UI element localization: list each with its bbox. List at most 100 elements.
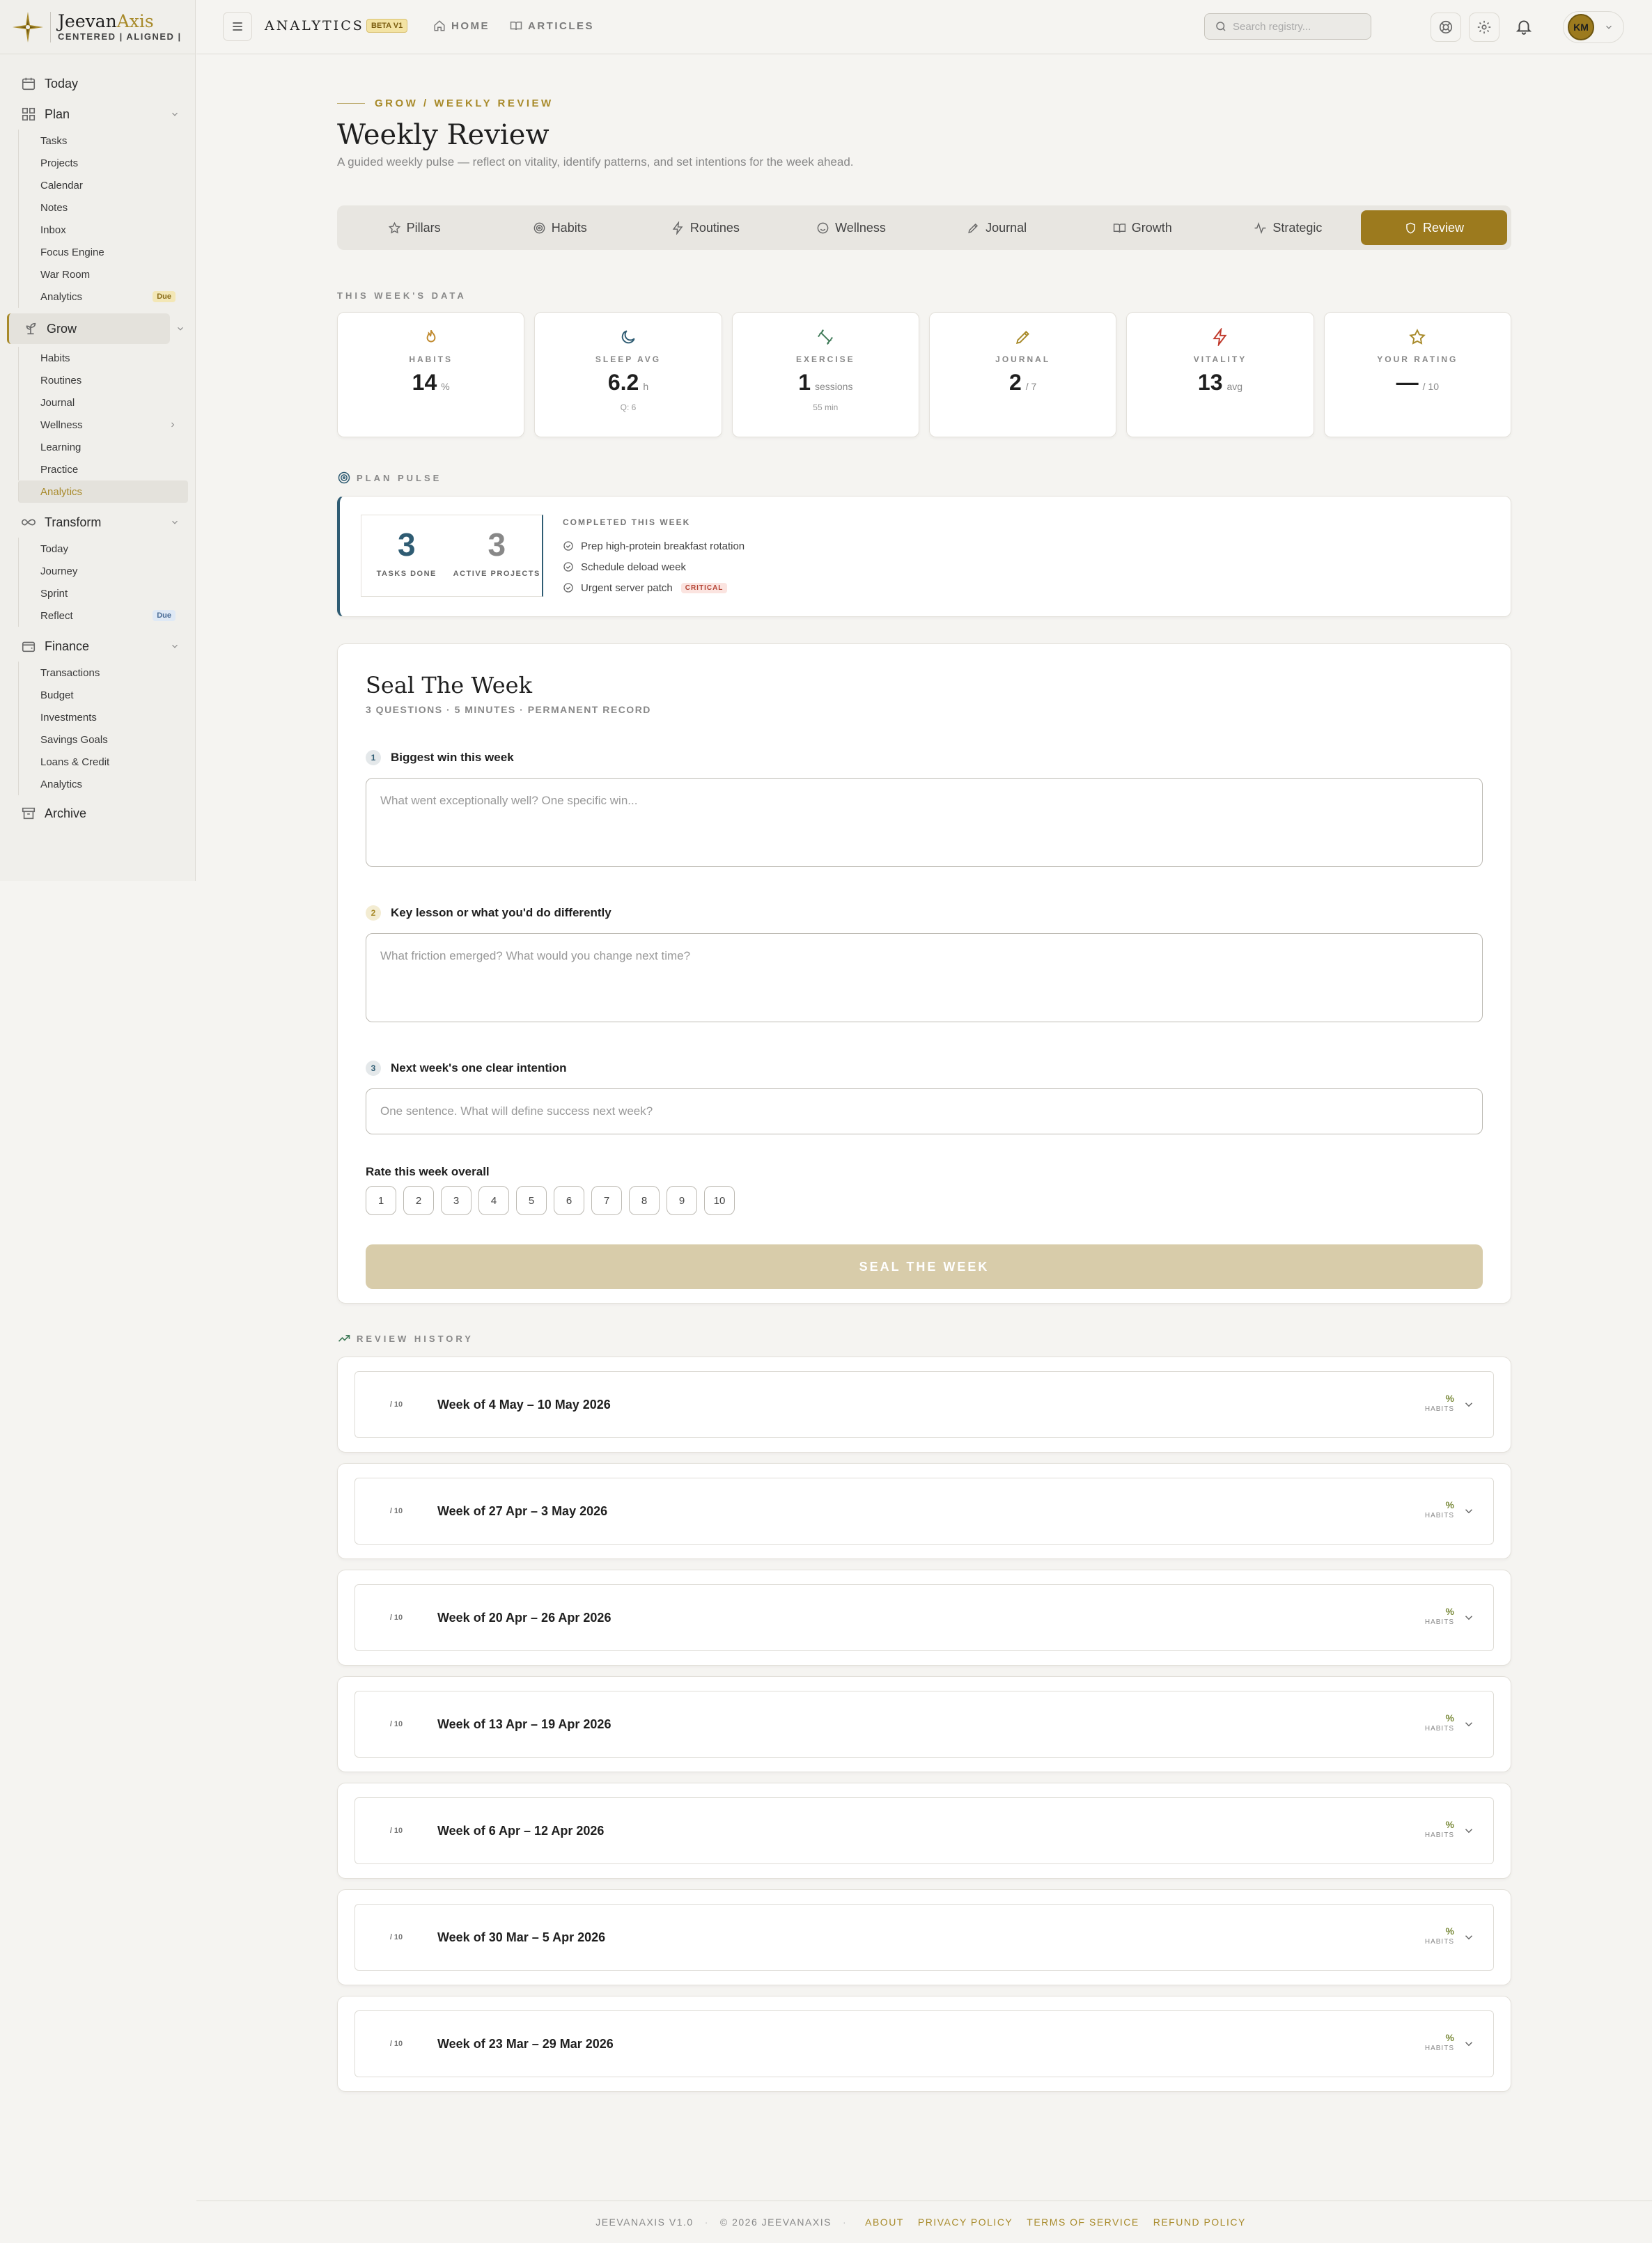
biggest-win-field[interactable] bbox=[366, 778, 1483, 867]
rating-option[interactable]: 9 bbox=[667, 1186, 697, 1215]
tab-journal[interactable]: Journal bbox=[924, 210, 1070, 245]
sidebar-item-finance-analytics[interactable]: Analytics bbox=[18, 773, 195, 795]
sidebar-item-journey[interactable]: Journey bbox=[18, 560, 195, 582]
sidebar-item-archive[interactable]: Archive bbox=[0, 798, 195, 829]
sidebar-item-transactions[interactable]: Transactions bbox=[18, 662, 195, 684]
settings-button[interactable] bbox=[1469, 13, 1499, 42]
history-item[interactable]: / 10 Week of 13 Apr – 19 Apr 2026 % HABIT… bbox=[337, 1676, 1511, 1772]
rating-option[interactable]: 8 bbox=[629, 1186, 660, 1215]
sidebar-item-practice[interactable]: Practice bbox=[18, 458, 195, 480]
sidebar-item-journal[interactable]: Journal bbox=[18, 391, 195, 414]
sidebar-item-wellness[interactable]: Wellness bbox=[18, 414, 195, 436]
history-habits-label: HABITS bbox=[1424, 1725, 1454, 1733]
history-score: / 10 bbox=[389, 2040, 403, 2048]
sidebar-item-inbox[interactable]: Inbox bbox=[18, 219, 195, 241]
home-link[interactable]: HOME bbox=[433, 19, 490, 32]
stat-card-sleep: SLEEP AVG 6.2 h Q: 6 bbox=[534, 312, 722, 437]
tab-strategic[interactable]: Strategic bbox=[1215, 210, 1361, 245]
sidebar-group-label: Grow bbox=[47, 321, 77, 336]
footer-link-privacy[interactable]: PRIVACY POLICY bbox=[918, 2217, 1013, 2228]
stat-card-exercise: EXERCISE 1 sessions 55 min bbox=[731, 312, 919, 437]
menu-toggle-button[interactable] bbox=[223, 12, 252, 41]
support-button[interactable] bbox=[1431, 13, 1461, 42]
sidebar-item-savings-goals[interactable]: Savings Goals bbox=[18, 728, 195, 751]
history-item[interactable]: / 10 Week of 27 Apr – 3 May 2026 % HABITS bbox=[337, 1463, 1511, 1559]
sidebar-item-focus-engine[interactable]: Focus Engine bbox=[18, 241, 195, 263]
stat-value: 2 bbox=[1008, 370, 1022, 395]
articles-link[interactable]: ARTICLES bbox=[510, 19, 594, 32]
bell-icon[interactable] bbox=[1515, 17, 1533, 36]
rating-option[interactable]: 6 bbox=[554, 1186, 584, 1215]
chevron-down-icon[interactable] bbox=[1463, 1505, 1475, 1517]
sidebar-item-projects[interactable]: Projects bbox=[18, 152, 195, 174]
tab-habits[interactable]: Habits bbox=[487, 210, 632, 245]
sidebar-item-routines[interactable]: Routines bbox=[18, 369, 195, 391]
tab-review[interactable]: Review bbox=[1360, 210, 1507, 245]
rating-option[interactable]: 7 bbox=[591, 1186, 622, 1215]
footer-link-terms[interactable]: TERMS OF SERVICE bbox=[1027, 2217, 1139, 2228]
sidebar-item-sprint[interactable]: Sprint bbox=[18, 582, 195, 604]
chevron-down-icon[interactable] bbox=[1463, 2038, 1475, 2050]
chevron-down-icon bbox=[1606, 25, 1612, 29]
tab-pillars[interactable]: Pillars bbox=[341, 210, 487, 245]
sidebar-item-notes[interactable]: Notes bbox=[18, 196, 195, 219]
chevron-down-icon[interactable] bbox=[1463, 1824, 1475, 1837]
sidebar-item-investments[interactable]: Investments bbox=[18, 706, 195, 728]
bolt-icon bbox=[1213, 328, 1227, 346]
sidebar-item-calendar[interactable]: Calendar bbox=[18, 174, 195, 196]
sidebar-group-transform[interactable]: Transform bbox=[0, 507, 195, 538]
sidebar-item-learning[interactable]: Learning bbox=[18, 436, 195, 458]
sidebar-item-war-room[interactable]: War Room bbox=[18, 263, 195, 286]
chevron-down-icon bbox=[172, 520, 178, 524]
tab-growth[interactable]: Growth bbox=[1070, 210, 1215, 245]
stats-row: HABITS 14% SLEEP AVG 6.2 h Q: 6 EXERCISE … bbox=[337, 312, 1511, 437]
footer-link-about[interactable]: ABOUT bbox=[865, 2217, 904, 2228]
sidebar-group-grow[interactable]: Grow bbox=[7, 313, 183, 344]
tab-routines[interactable]: Routines bbox=[632, 210, 778, 245]
chevron-down-icon[interactable] bbox=[1463, 1718, 1475, 1730]
history-item[interactable]: / 10 Week of 30 Mar – 5 Apr 2026 % HABITS bbox=[337, 1889, 1511, 1985]
articles-link-label: ARTICLES bbox=[528, 19, 594, 32]
rating-option[interactable]: 3 bbox=[441, 1186, 472, 1215]
intention-field[interactable] bbox=[366, 1088, 1483, 1134]
chevron-down-icon[interactable] bbox=[1463, 1931, 1475, 1944]
history-item[interactable]: / 10 Week of 6 Apr – 12 Apr 2026 % HABITS bbox=[337, 1783, 1511, 1879]
user-menu[interactable]: KM bbox=[1563, 11, 1624, 43]
history-habits-label: HABITS bbox=[1424, 1405, 1454, 1413]
sidebar-item-loans-credit[interactable]: Loans & Credit bbox=[18, 751, 195, 773]
history-week: Week of 20 Apr – 26 Apr 2026 bbox=[437, 1610, 611, 1625]
sidebar-item-tasks[interactable]: Tasks bbox=[18, 130, 195, 152]
sidebar-item-budget[interactable]: Budget bbox=[18, 684, 195, 706]
infinity-icon bbox=[22, 519, 36, 526]
rating-option[interactable]: 10 bbox=[704, 1186, 735, 1215]
sidebar-group-plan[interactable]: Plan bbox=[0, 99, 195, 130]
sidebar-item-reflect[interactable]: Reflect Due bbox=[18, 604, 195, 627]
seal-week-button[interactable]: SEAL THE WEEK bbox=[366, 1244, 1483, 1289]
rating-option[interactable]: 4 bbox=[478, 1186, 509, 1215]
stat-value: 1 bbox=[798, 370, 811, 395]
pen-icon bbox=[1015, 331, 1029, 345]
sidebar-item-grow-analytics[interactable]: Analytics bbox=[18, 480, 188, 503]
search-box[interactable] bbox=[1204, 13, 1371, 40]
key-lesson-field[interactable] bbox=[366, 933, 1483, 1022]
sidebar-item-today[interactable]: Today bbox=[0, 68, 195, 99]
sidebar-item-plan-analytics[interactable]: Analytics Due bbox=[18, 286, 195, 308]
chevron-down-icon[interactable] bbox=[1463, 1398, 1475, 1411]
rating-option[interactable]: 2 bbox=[403, 1186, 434, 1215]
history-item[interactable]: / 10 Week of 4 May – 10 May 2026 % HABITS bbox=[337, 1357, 1511, 1453]
footer-link-refund[interactable]: REFUND POLICY bbox=[1153, 2217, 1246, 2228]
brand[interactable]: JeevanAxis CENTERED | ALIGNED | INTENTIO… bbox=[0, 0, 195, 54]
history-item[interactable]: / 10 Week of 20 Apr – 26 Apr 2026 % HABIT… bbox=[337, 1570, 1511, 1666]
sidebar-item-transform-today[interactable]: Today bbox=[18, 538, 195, 560]
tab-wellness[interactable]: Wellness bbox=[778, 210, 924, 245]
brand-tagline: CENTERED | ALIGNED | INTENTIONAL bbox=[58, 31, 185, 42]
rating-option[interactable]: 1 bbox=[366, 1186, 396, 1215]
sidebar-group-finance[interactable]: Finance bbox=[0, 631, 195, 662]
search-input[interactable] bbox=[1233, 20, 1358, 33]
page-title: Weekly Review bbox=[337, 119, 550, 151]
sidebar-item-habits[interactable]: Habits bbox=[18, 347, 195, 369]
chevron-down-icon[interactable] bbox=[1463, 1611, 1475, 1624]
star-icon bbox=[1409, 329, 1426, 345]
history-item[interactable]: / 10 Week of 23 Mar – 29 Mar 2026 % HABIT… bbox=[337, 1996, 1511, 2092]
rating-option[interactable]: 5 bbox=[516, 1186, 547, 1215]
